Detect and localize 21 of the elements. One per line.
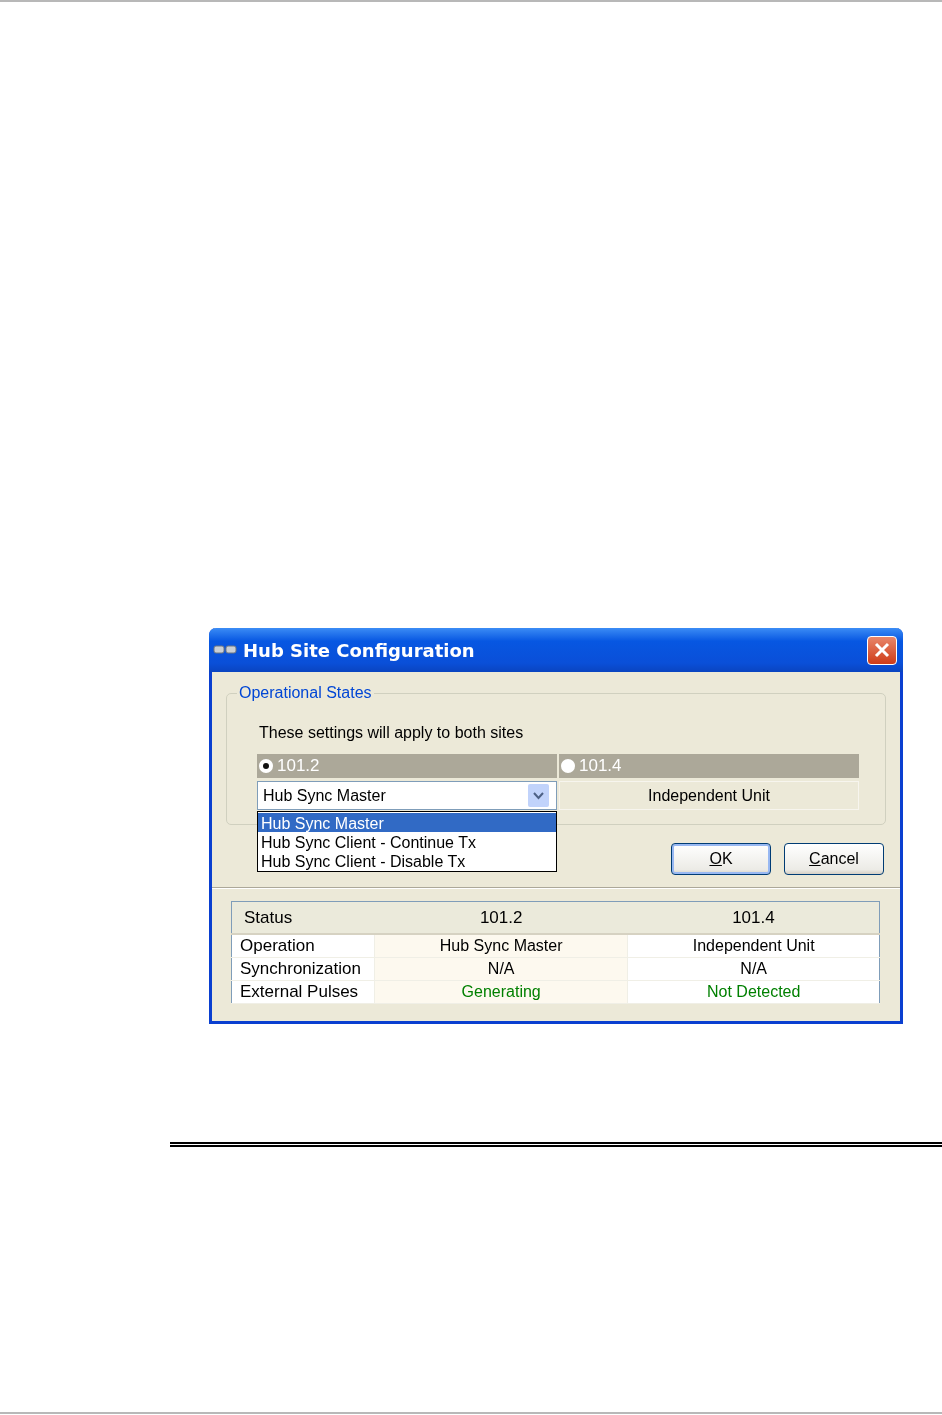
table-cell: Independent Unit <box>627 934 880 958</box>
close-icon <box>873 641 891 659</box>
mode-dropdown[interactable]: Hub Sync Master <box>257 781 557 810</box>
table-cell: N/A <box>374 957 628 981</box>
close-button[interactable] <box>867 635 897 665</box>
table-cell: Generating <box>374 980 628 1004</box>
mode-text: Independent Unit <box>559 781 859 810</box>
dropdown-option[interactable]: Hub Sync Master <box>258 813 556 832</box>
dialog-button[interactable]: OK <box>671 843 771 875</box>
note-text: These settings will apply to both sites <box>259 724 524 742</box>
table-cell: N/A <box>627 957 880 981</box>
group-title: Operational States <box>238 684 373 702</box>
dialog-button[interactable]: Cancel <box>784 843 884 875</box>
column-header: 101.4 <box>627 901 880 934</box>
window-title: Hub Site Configuration <box>243 639 476 661</box>
column-header: Status <box>231 901 375 934</box>
table-cell: Hub Sync Master <box>374 934 628 958</box>
device-icon <box>213 644 237 656</box>
column-header: 101.2 <box>374 901 628 934</box>
chevron-down-icon <box>528 784 549 807</box>
table-cell: Not Detected <box>627 980 880 1004</box>
